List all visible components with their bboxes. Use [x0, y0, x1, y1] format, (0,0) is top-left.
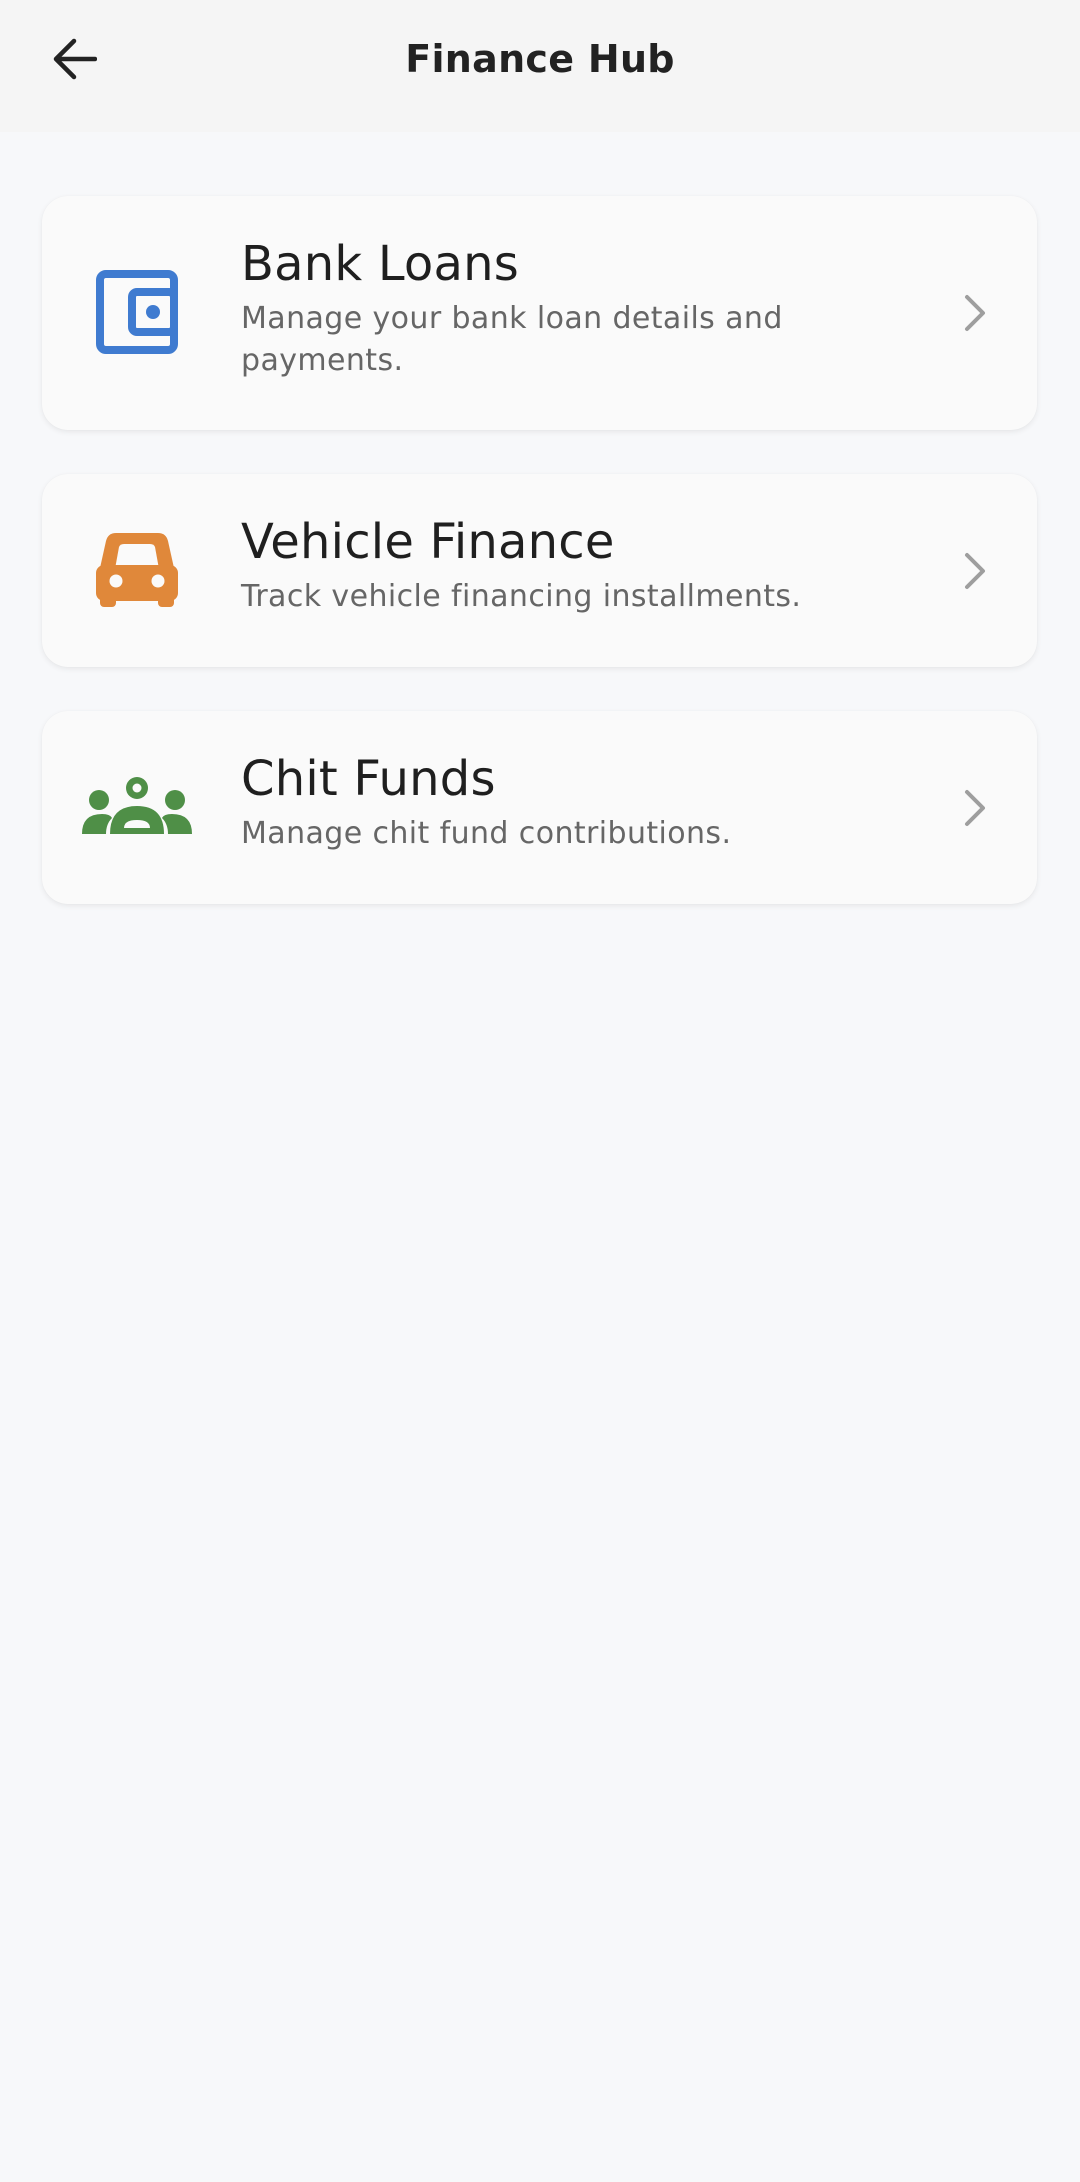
card-subtitle: Track vehicle financing installments.	[241, 579, 802, 614]
card-title: Bank Loans	[241, 236, 519, 292]
car-icon	[82, 514, 192, 624]
chit-funds-card[interactable]: Chit Funds Manage chit fund contribution…	[42, 711, 1037, 904]
card-title: Vehicle Finance	[241, 514, 615, 570]
card-subtitle: Manage chit fund contributions.	[241, 816, 732, 851]
card-subtitle: Manage your bank loan details and paymen…	[241, 301, 783, 378]
chevron-right-icon	[953, 786, 997, 830]
chevron-right-icon	[953, 291, 997, 335]
chevron-right-icon	[953, 549, 997, 593]
vehicle-finance-card[interactable]: Vehicle Finance Track vehicle financing …	[42, 474, 1037, 667]
bank-loans-card[interactable]: Bank Loans Manage your bank loan details…	[42, 196, 1037, 430]
card-title: Chit Funds	[241, 751, 496, 807]
page-title: Finance Hub	[405, 37, 675, 81]
app-bar: Finance Hub	[0, 0, 1080, 132]
wallet-icon	[82, 258, 192, 368]
group-icon	[82, 753, 192, 863]
